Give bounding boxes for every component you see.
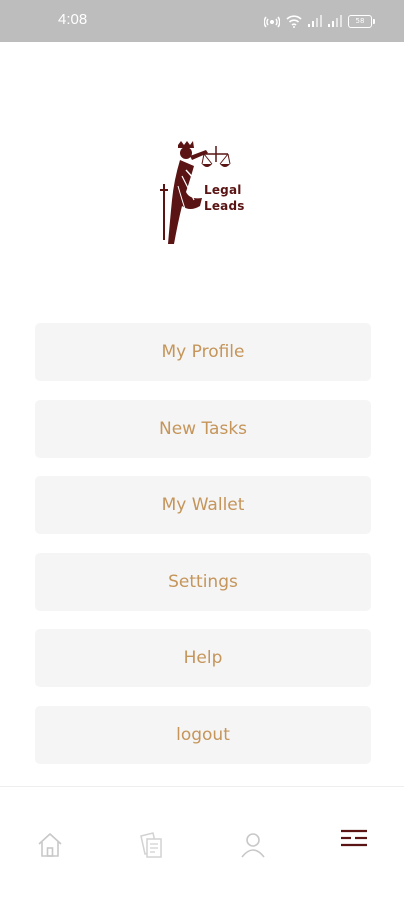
nav-menu[interactable]	[336, 820, 372, 856]
nav-documents[interactable]	[134, 827, 170, 863]
home-icon	[38, 833, 62, 857]
my-profile-button[interactable]: My Profile	[35, 323, 371, 381]
person-icon	[241, 833, 265, 858]
hotspot-icon	[264, 14, 280, 28]
help-button[interactable]: Help	[35, 629, 371, 687]
nav-profile[interactable]	[235, 827, 271, 863]
status-time: 4:08	[58, 11, 88, 28]
settings-button[interactable]: Settings	[35, 552, 371, 611]
wifi-icon	[286, 14, 302, 28]
legal-leads-logo: Legal Leads	[156, 140, 250, 250]
logo-text-legal: Legal	[204, 183, 242, 197]
status-icons: 58	[264, 12, 375, 30]
logout-button[interactable]: logout	[35, 705, 371, 764]
my-wallet-button[interactable]: My Wallet	[35, 476, 371, 534]
documents-icon	[140, 832, 162, 858]
signal-icon-2	[328, 15, 342, 27]
bottom-nav	[0, 786, 404, 901]
main-menu: My Profile New Tasks My Wallet Settings …	[35, 323, 371, 782]
status-bar: 4:08 58	[0, 0, 404, 42]
menu-lines-icon	[341, 829, 367, 847]
nav-home[interactable]	[32, 827, 68, 863]
signal-icon-1	[308, 15, 322, 27]
new-tasks-button[interactable]: New Tasks	[35, 399, 371, 458]
logo-text-leads: Leads	[204, 199, 245, 213]
battery-icon: 58	[348, 14, 375, 28]
